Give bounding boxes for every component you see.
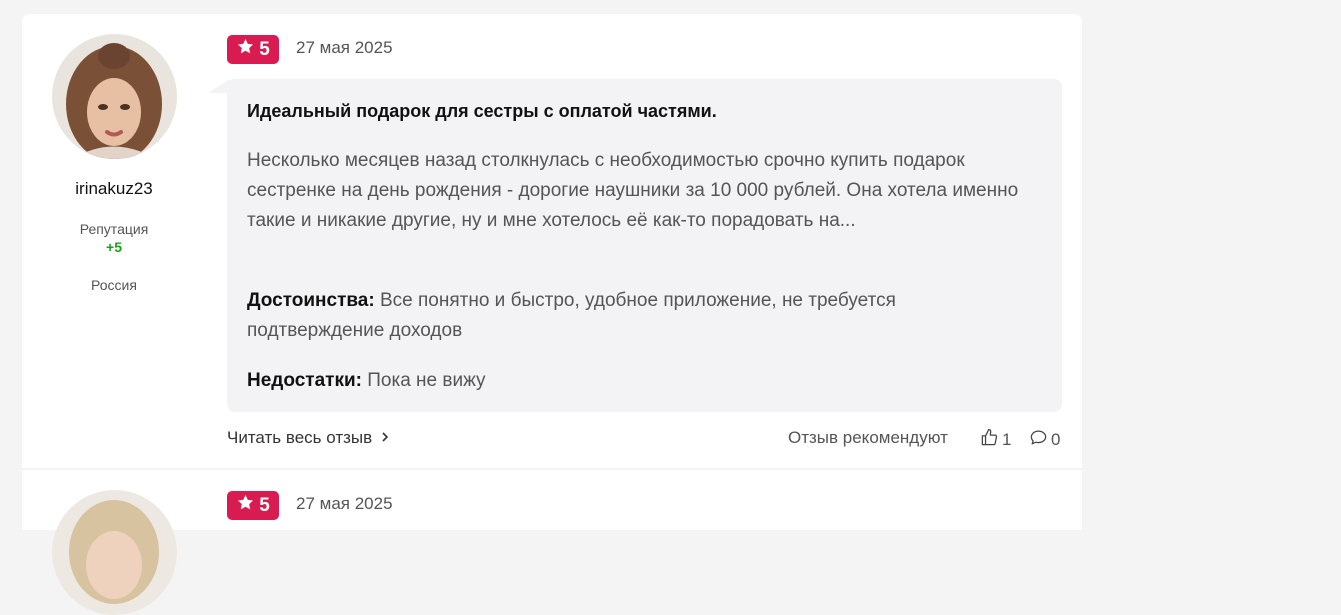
read-more-link[interactable]: Читать весь отзыв — [227, 428, 390, 448]
likes-button[interactable]: 1 — [980, 428, 1011, 452]
country: Россия — [91, 277, 137, 293]
review-date: 27 мая 2025 — [296, 494, 393, 513]
avatar[interactable] — [52, 34, 177, 159]
star-icon — [236, 37, 255, 62]
thumbs-up-icon — [980, 428, 999, 452]
read-more-label: Читать весь отзыв — [227, 428, 373, 447]
review-body: Несколько месяцев назад столкнулась с не… — [247, 150, 1019, 231]
comment-icon — [1029, 428, 1048, 452]
review-cons: Недостатки: Пока не вижу — [247, 366, 1037, 396]
rating-value: 5 — [259, 38, 270, 60]
reputation-value: +5 — [106, 239, 122, 255]
chevron-right-icon — [380, 428, 390, 448]
pros-label: Достоинства: — [247, 290, 375, 311]
comments-count: 0 — [1051, 430, 1061, 449]
rating-badge: 5 — [227, 491, 279, 520]
review-card: irinakuz23 Репутация +5 Россия 5 27 мая … — [22, 14, 1082, 468]
review-title[interactable]: Идеальный подарок для сестры с оплатой ч… — [247, 101, 1047, 122]
review-pros: Достоинства: Все понятно и быстро, удобн… — [247, 286, 1037, 346]
cons-label: Недостатки: — [247, 370, 362, 391]
comments-button[interactable]: 0 — [1029, 428, 1060, 452]
rating-value: 5 — [259, 494, 270, 516]
review-card: 5 27 мая 2025 — [22, 470, 1082, 615]
cons-text: Пока не вижу — [367, 370, 486, 391]
recommend-label: Отзыв рекомендуют — [788, 428, 948, 447]
avatar[interactable] — [52, 490, 177, 615]
username[interactable]: irinakuz23 — [22, 179, 206, 199]
review-content: Идеальный подарок для сестры с оплатой ч… — [227, 79, 1062, 412]
likes-count: 1 — [1002, 430, 1012, 449]
reputation-label: Репутация — [79, 221, 149, 237]
review-date: 27 мая 2025 — [296, 38, 393, 57]
rating-badge: 5 — [227, 35, 279, 64]
star-icon — [236, 493, 255, 518]
